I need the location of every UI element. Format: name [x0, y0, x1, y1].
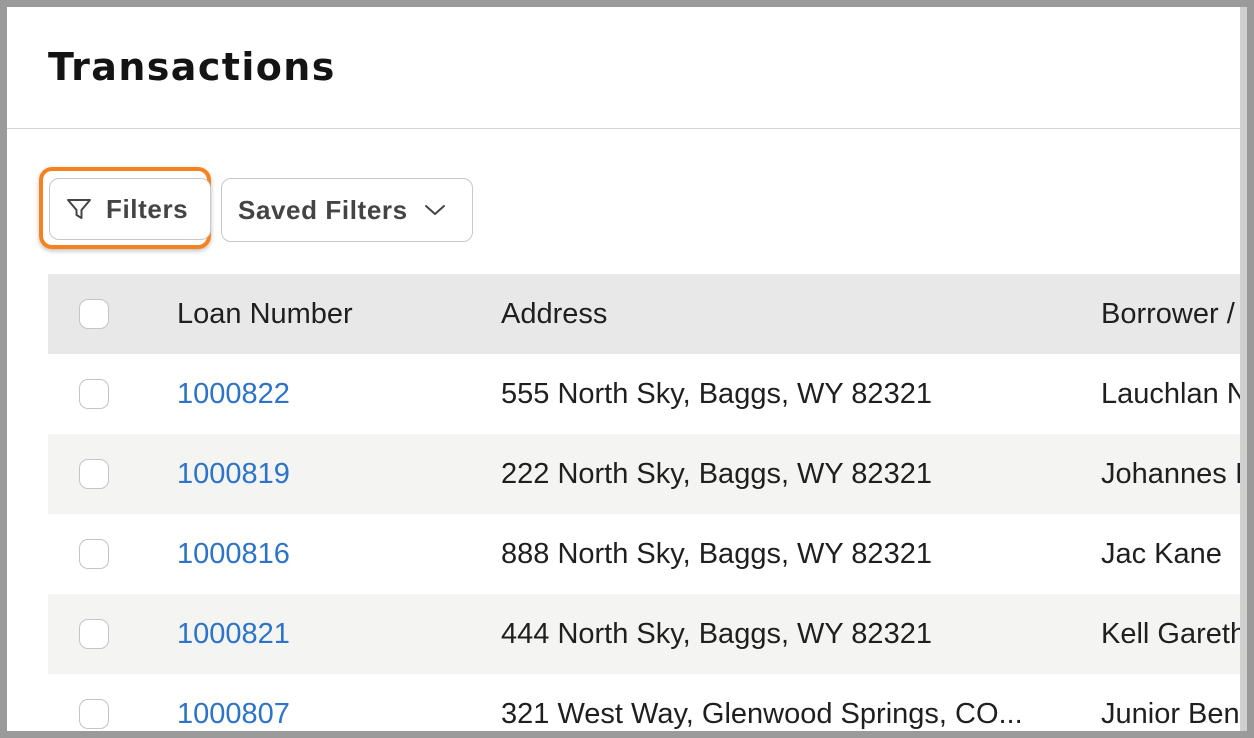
chevron-down-icon	[424, 205, 445, 215]
select-all-cell	[79, 274, 113, 354]
saved-filters-label: Saved Filters	[238, 194, 408, 225]
header-divider	[7, 128, 1240, 129]
row-select-cell	[79, 674, 113, 731]
loan-number-link[interactable]: 1000822	[177, 354, 290, 434]
table-row: 1000807 321 West Way, Glenwood Springs, …	[48, 674, 1240, 731]
table-row: 1000819 222 North Sky, Baggs, WY 82321 J…	[48, 434, 1243, 514]
column-header-borrower[interactable]: Borrower /	[1101, 274, 1235, 354]
row-checkbox[interactable]	[79, 379, 109, 409]
row-select-cell	[79, 514, 113, 594]
table-row: 1000816 888 North Sky, Baggs, WY 82321 J…	[48, 514, 1240, 594]
address-cell: 321 West Way, Glenwood Springs, CO...	[501, 698, 1023, 730]
borrower-cell: Junior Ben	[1101, 697, 1240, 730]
address-cell: 888 North Sky, Baggs, WY 82321	[501, 538, 932, 570]
borrower-cell: Jac Kane	[1101, 537, 1222, 570]
table-row: 1000821 444 North Sky, Baggs, WY 82321 K…	[48, 594, 1247, 674]
row-select-cell	[79, 354, 113, 434]
filters-button-label: Filters	[106, 193, 189, 224]
app-window: Transactions Filters Saved Filters Loan …	[7, 7, 1247, 731]
table-row: 1000822 555 North Sky, Baggs, WY 82321 L…	[48, 354, 1247, 434]
row-checkbox[interactable]	[79, 619, 109, 649]
page-title: Transactions	[48, 45, 336, 89]
row-checkbox[interactable]	[79, 539, 109, 569]
row-checkbox[interactable]	[79, 459, 109, 489]
funnel-icon	[67, 199, 91, 219]
borrower-cell: Kell Gareth	[1101, 617, 1247, 650]
row-checkbox[interactable]	[79, 699, 109, 729]
loan-number-link[interactable]: 1000807	[177, 674, 290, 731]
row-select-cell	[79, 594, 113, 674]
loan-number-link[interactable]: 1000821	[177, 594, 290, 674]
column-header-address[interactable]: Address	[501, 274, 1071, 354]
address-cell: 444 North Sky, Baggs, WY 82321	[501, 618, 932, 650]
select-all-checkbox[interactable]	[79, 299, 109, 329]
filters-button[interactable]: Filters	[49, 178, 211, 240]
row-select-cell	[79, 434, 113, 514]
address-cell: 555 North Sky, Baggs, WY 82321	[501, 378, 932, 410]
borrower-cell: Johannes I	[1101, 457, 1243, 490]
borrower-cell: Lauchlan N	[1101, 377, 1247, 410]
address-cell: 222 North Sky, Baggs, WY 82321	[501, 458, 932, 490]
table-header-row: Loan Number Address Borrower /	[48, 274, 1240, 354]
column-header-loan-number[interactable]: Loan Number	[177, 274, 353, 354]
loan-number-link[interactable]: 1000816	[177, 514, 290, 594]
saved-filters-dropdown[interactable]: Saved Filters	[221, 178, 473, 242]
transactions-table: Loan Number Address Borrower / 1000822 5…	[48, 274, 1247, 731]
loan-number-link[interactable]: 1000819	[177, 434, 290, 514]
